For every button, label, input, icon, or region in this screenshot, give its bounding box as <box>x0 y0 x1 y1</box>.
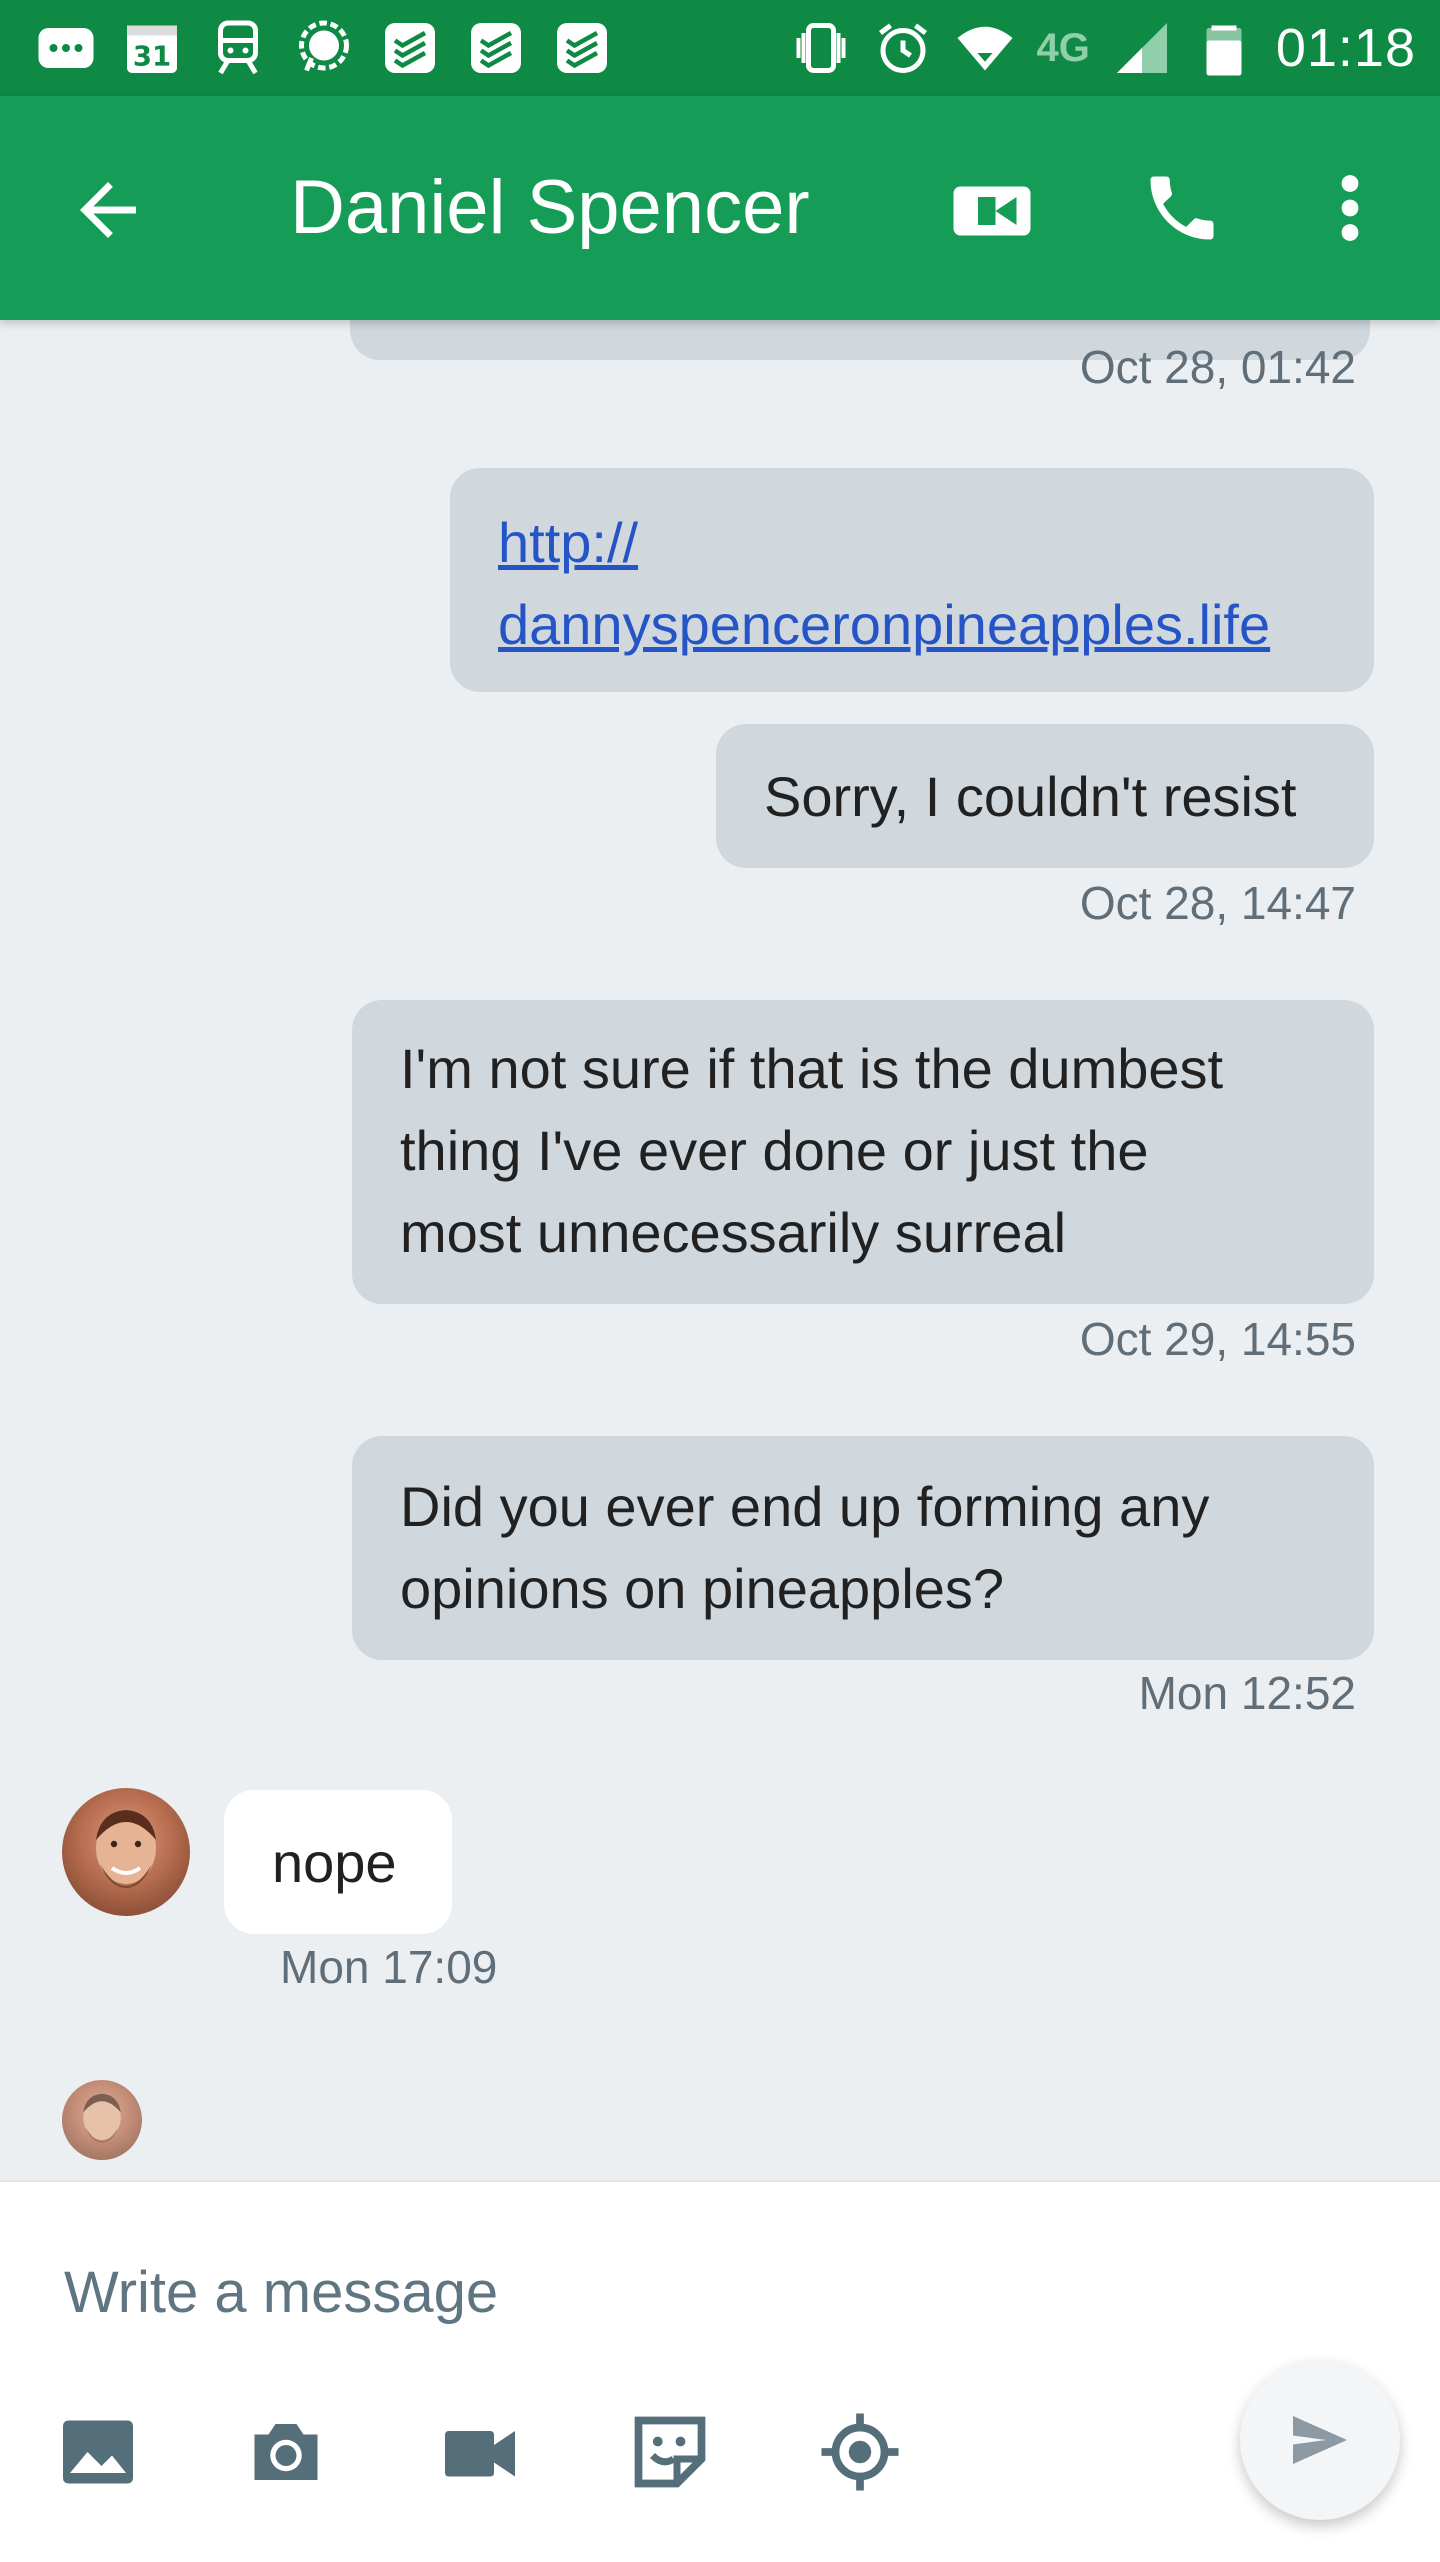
gallery-icon[interactable] <box>56 2410 140 2494</box>
more-options-icon[interactable] <box>1320 166 1380 250</box>
face-icon <box>83 2093 121 2143</box>
status-bar: 31 4G 01:18 <box>0 0 1440 96</box>
message-bubble-outgoing[interactable]: Sorry, I couldn't resist <box>716 724 1374 868</box>
message-link[interactable]: http:// <box>498 502 1326 584</box>
location-icon[interactable] <box>818 2410 902 2494</box>
message-link[interactable]: dannyspenceronpineapples.life <box>498 584 1326 666</box>
phone-call-icon[interactable] <box>1140 166 1224 250</box>
message-timestamp: Oct 28, 01:42 <box>1079 341 1356 393</box>
message-text: I'm not sure if that is the dumbest <box>400 1037 1224 1100</box>
message-bubble-outgoing[interactable]: I'm not sure if that is the dumbest thin… <box>352 1000 1374 1304</box>
status-icons-right: 4G 01:18 <box>791 14 1417 82</box>
message-text: Did you ever end up forming any <box>400 1475 1210 1538</box>
message-text: Sorry, I couldn't resist <box>764 765 1297 828</box>
calendar-day: 31 <box>133 41 171 73</box>
video-record-icon[interactable] <box>438 2410 522 2494</box>
network-type: 4G <box>1036 25 1090 70</box>
sticker-icon[interactable] <box>628 2410 712 2494</box>
message-bubble-incoming[interactable]: nope <box>224 1790 452 1934</box>
app-bar: Daniel Spencer <box>0 96 1440 320</box>
message-timestamp: Mon 12:52 <box>1138 1667 1356 1719</box>
message-bubble-outgoing[interactable]: Did you ever end up forming any opinions… <box>352 1436 1374 1660</box>
message-input[interactable] <box>64 2242 1264 2342</box>
todoist-icon-2 <box>471 23 521 73</box>
wifi-icon <box>957 26 1012 71</box>
status-icons-left: 31 <box>36 14 612 82</box>
message-text: opinions on pineapples? <box>400 1557 1005 1620</box>
message-text: nope <box>272 1831 397 1894</box>
battery-icon <box>1206 25 1242 76</box>
message-bubble-outgoing[interactable]: http:// dannyspenceronpineapples.life <box>450 468 1374 692</box>
chat-notification-icon <box>38 28 94 68</box>
contact-avatar[interactable] <box>62 1788 190 1916</box>
message-composer <box>0 2180 1440 2562</box>
alarm-icon <box>878 23 927 73</box>
cell-signal-icon <box>1116 23 1167 73</box>
back-arrow-icon[interactable] <box>66 168 150 252</box>
todoist-icon <box>385 23 435 73</box>
send-icon <box>1293 2416 1347 2464</box>
face-icon <box>96 1810 156 1888</box>
status-clock: 01:18 <box>1275 18 1416 78</box>
message-text: thing I've ever done or just the <box>400 1119 1149 1182</box>
read-receipt-avatar <box>62 2080 142 2160</box>
calendar-icon: 31 <box>127 25 177 73</box>
camera-icon[interactable] <box>244 2410 328 2494</box>
conversation-title[interactable]: Daniel Spencer <box>290 158 810 258</box>
message-list[interactable]: Oct 28, 01:42 http:// dannyspenceronpine… <box>0 320 1440 2180</box>
train-icon <box>218 20 258 75</box>
video-call-icon[interactable] <box>950 176 1034 246</box>
vibrate-icon <box>796 23 845 73</box>
message-text: most unnecessarily surreal <box>400 1201 1067 1264</box>
todoist-icon-3 <box>557 23 607 73</box>
message-timestamp: Oct 28, 14:47 <box>1079 877 1356 929</box>
message-timestamp: Oct 29, 14:55 <box>1079 1313 1356 1365</box>
send-button[interactable] <box>1240 2360 1400 2520</box>
message-timestamp: Mon 17:09 <box>280 1941 498 1993</box>
signal-app-icon <box>299 20 349 72</box>
